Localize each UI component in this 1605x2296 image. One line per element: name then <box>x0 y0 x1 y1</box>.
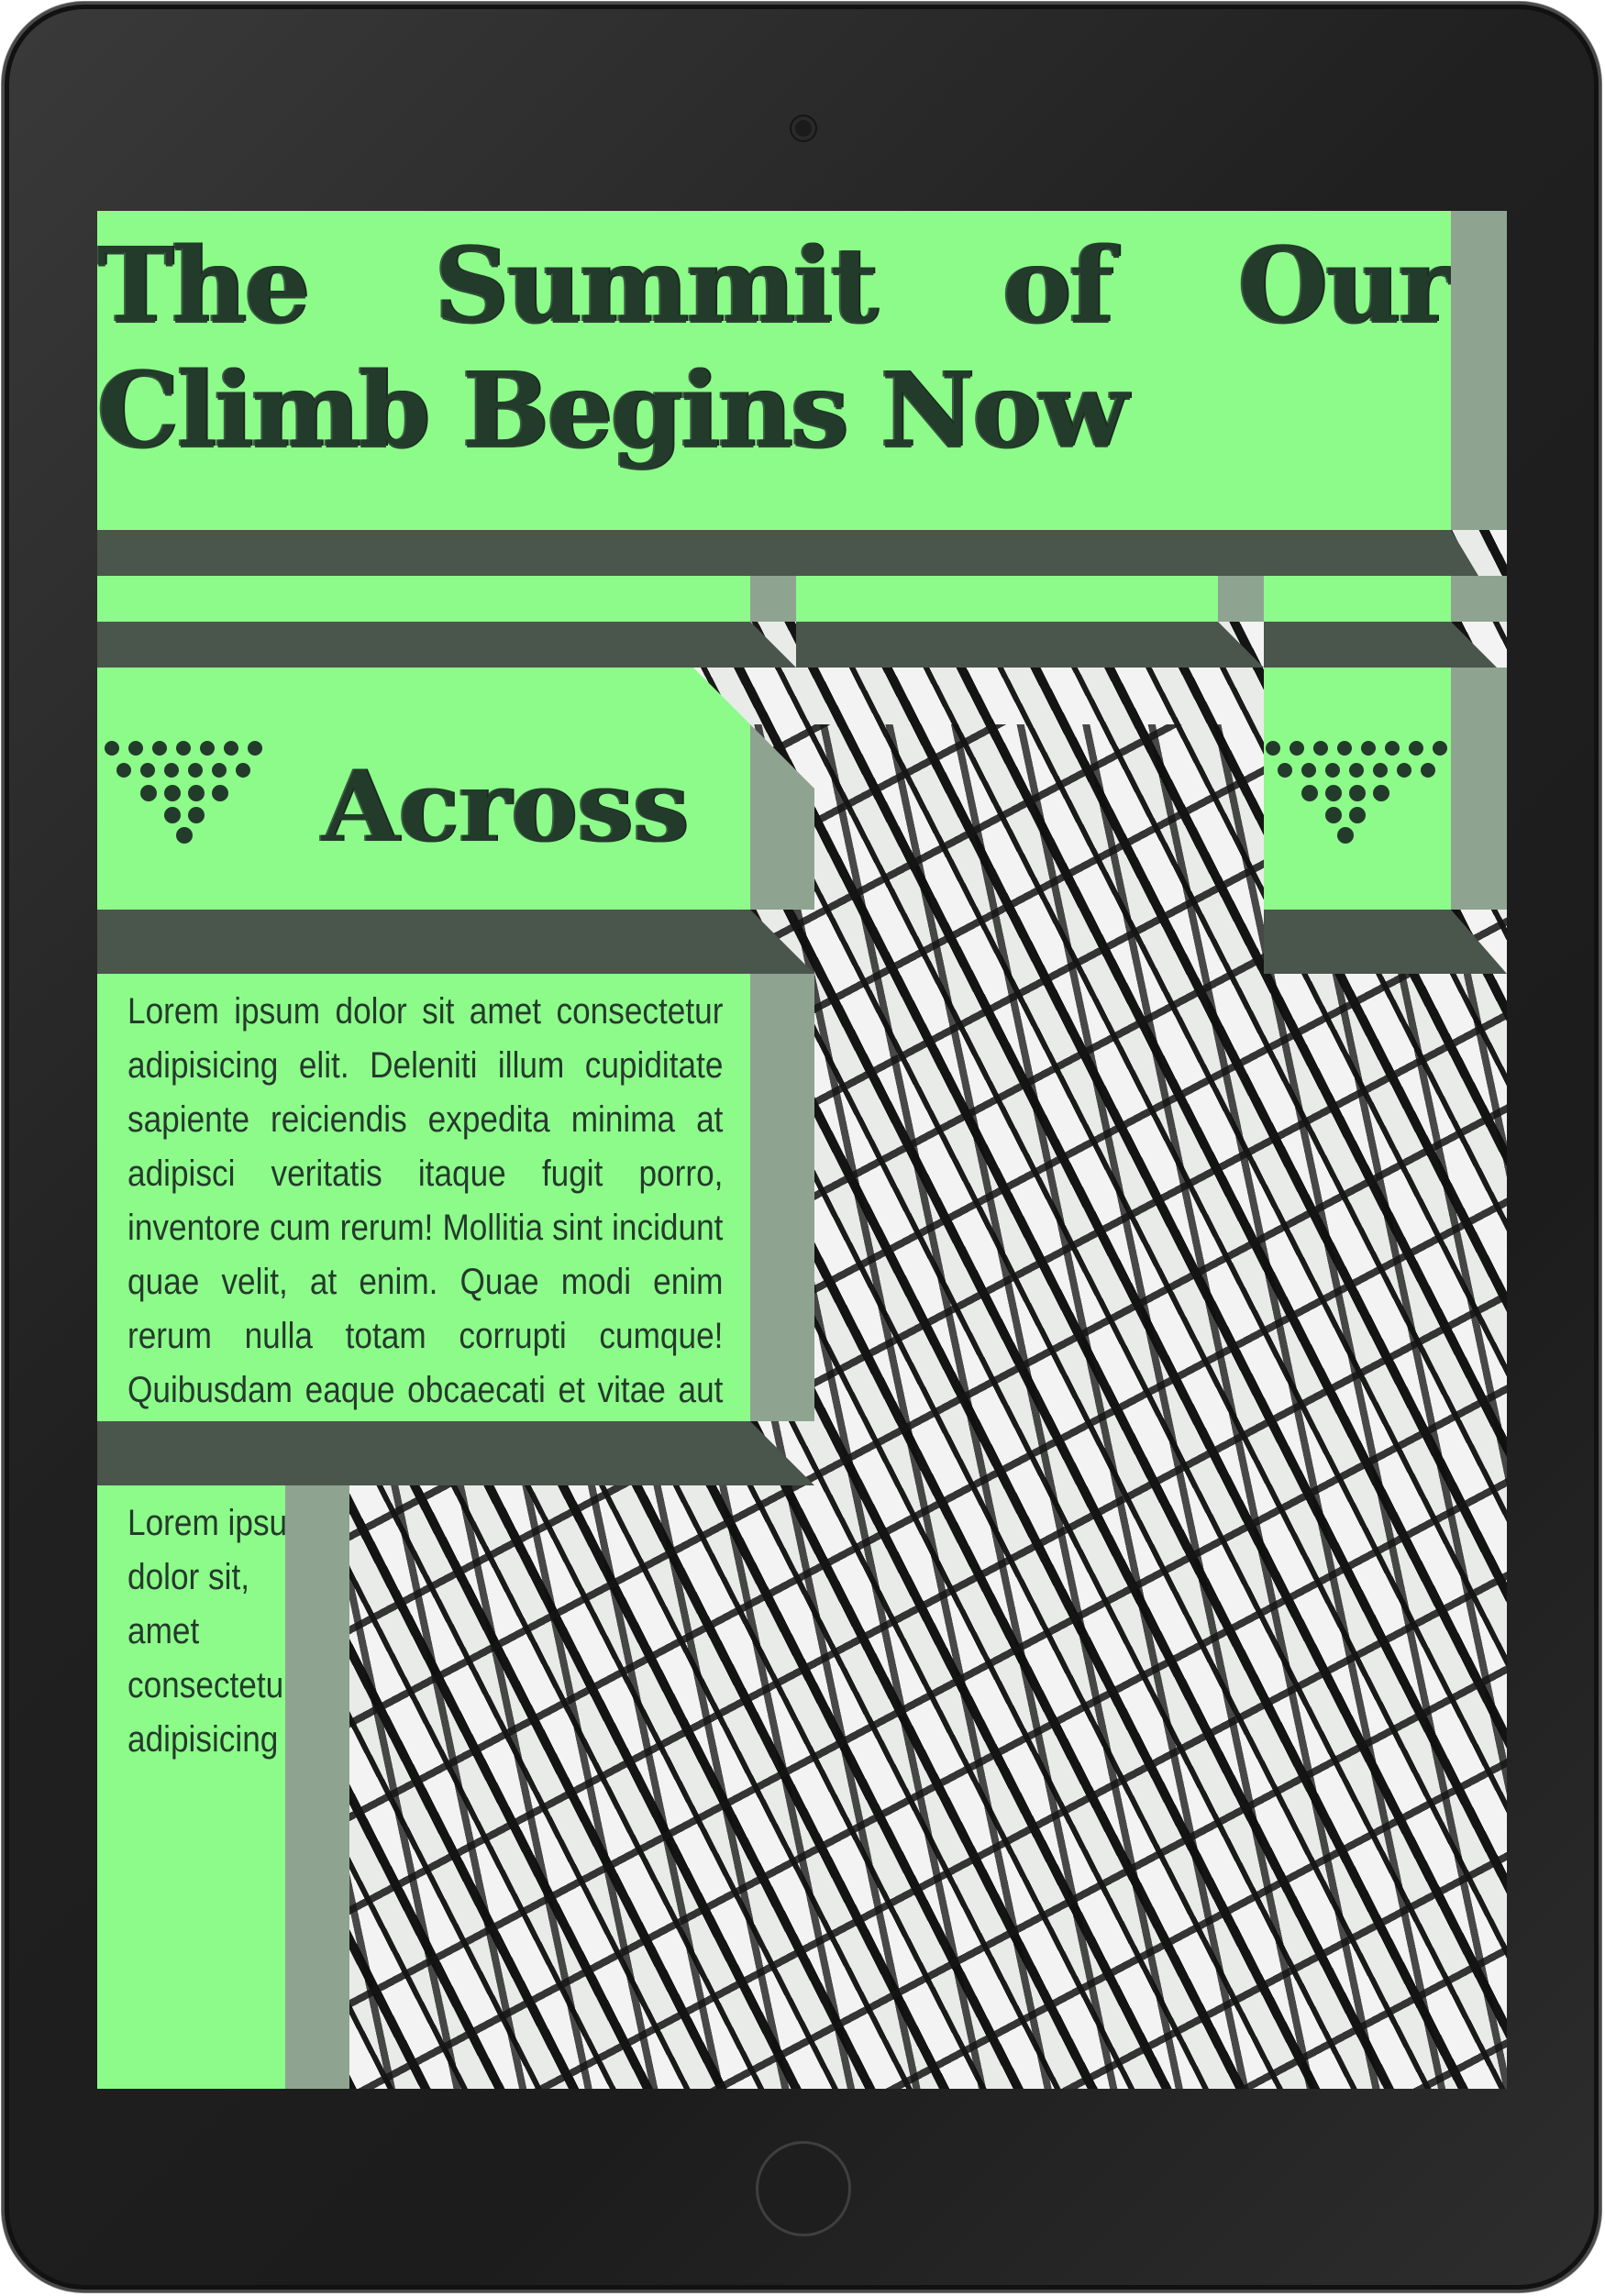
home-button[interactable] <box>756 2141 851 2236</box>
paragraph-panel-shadow <box>97 1421 750 1485</box>
ornament-panel <box>1264 668 1451 910</box>
strip-panel-3 <box>1264 576 1451 622</box>
ornament-panel-shadow <box>1264 910 1451 974</box>
title-panel-shadow <box>97 530 1451 576</box>
paragraph-panel: Lorem ipsum dolor sit amet consectetur a… <box>97 974 750 1464</box>
camera-icon <box>791 116 815 140</box>
title-panel: The Summit of Our Climb Begins Now <box>97 211 1453 530</box>
screen: The Summit of Our Climb Begins Now Acros… <box>97 211 1507 2089</box>
triangle-dots-icon <box>97 739 281 844</box>
strip-panel-2-side <box>1218 576 1264 622</box>
narrow-panel: Lorem ipsum dolor sit, amet consectetur … <box>97 1485 285 2089</box>
strip-panel-3-shadow <box>1264 622 1451 668</box>
strip-panel-3-side <box>1451 576 1507 622</box>
page-title: The Summit of Our Climb Begins Now <box>97 226 1453 470</box>
ornament-panel-side <box>1451 668 1507 910</box>
paragraph-narrow: Lorem ipsum dolor sit, amet consectetur … <box>127 1503 285 1760</box>
heading-panel: Across <box>97 668 750 910</box>
strip-panel-2 <box>796 576 1218 622</box>
strip-panel-1 <box>97 576 750 622</box>
section-heading: Across <box>322 749 690 865</box>
tablet-frame: The Summit of Our Climb Begins Now Acros… <box>2 2 1601 2292</box>
title-panel-side <box>1451 211 1507 530</box>
paragraph-panel-side <box>750 974 814 1421</box>
heading-panel-shadow <box>97 910 750 974</box>
paragraph-main: Lorem ipsum dolor sit amet consectetur a… <box>127 991 724 1464</box>
narrow-panel-side <box>285 1485 349 2089</box>
strip-panel-1-side <box>750 576 796 622</box>
strip-panel-2-shadow <box>796 622 1218 668</box>
strip-panel-1-shadow <box>97 622 750 668</box>
triangle-dots-icon <box>1264 739 1447 844</box>
